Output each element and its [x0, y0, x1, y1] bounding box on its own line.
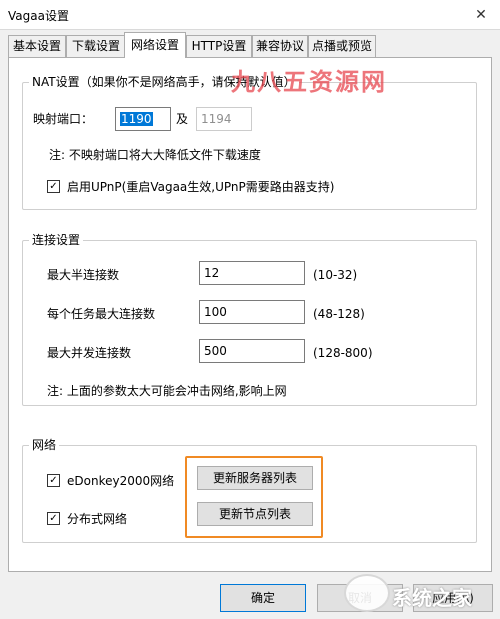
tab-http-settings[interactable]: HTTP设置	[186, 35, 252, 57]
port-input[interactable]: 1190	[115, 107, 171, 131]
network-legend: 网络	[29, 437, 60, 453]
max-concurrent-connections-label: 最大并发连接数	[47, 346, 132, 360]
title-bar: Vagaa设置 ✕	[0, 0, 500, 30]
upnp-checkbox[interactable]: ✓	[47, 180, 60, 193]
watermark-top: 九八五资源网	[231, 68, 387, 96]
connection-note: 注: 上面的参数太大可能会冲击网络,影响上网	[47, 384, 287, 398]
dht-label: 分布式网络	[67, 512, 128, 526]
nat-note: 注: 不映射端口将大大降低文件下载速度	[49, 148, 261, 162]
ok-button[interactable]: 确定	[220, 584, 306, 612]
connection-settings-group: 连接设置 最大半连接数 12 (10-32) 每个任务最大连接数 100 (48…	[22, 232, 477, 406]
edonkey-label: eDonkey2000网络	[67, 474, 175, 488]
tab-basic-settings[interactable]: 基本设置	[8, 35, 66, 57]
max-task-connections-range: (48-128)	[313, 307, 365, 321]
edonkey-checkbox[interactable]: ✓	[47, 474, 60, 487]
max-task-connections-label: 每个任务最大连接数	[47, 307, 156, 321]
port-label: 映射端口：	[33, 112, 94, 126]
port-value: 1190	[120, 112, 153, 126]
max-half-connections-range: (10-32)	[313, 268, 358, 282]
close-icon[interactable]: ✕	[468, 3, 494, 27]
port2-input: 1194	[196, 107, 252, 131]
watermark-logo-icon	[344, 574, 390, 612]
network-group: 网络 ✓ eDonkey2000网络 ✓ 分布式网络 更新服务器列表 更新节点列…	[22, 437, 477, 543]
and-label: 及	[176, 112, 189, 126]
max-half-connections-input[interactable]: 12	[199, 261, 305, 285]
max-half-connections-label: 最大半连接数	[47, 268, 120, 282]
dht-checkbox[interactable]: ✓	[47, 512, 60, 525]
connection-settings-legend: 连接设置	[29, 232, 84, 248]
max-concurrent-connections-range: (128-800)	[313, 346, 373, 360]
tab-download-settings[interactable]: 下载设置	[66, 35, 126, 57]
tab-network-settings[interactable]: 网络设置	[124, 32, 186, 58]
tab-vod-preview[interactable]: 点播或预览	[308, 35, 376, 57]
max-concurrent-connections-input[interactable]: 500	[199, 339, 305, 363]
max-task-connections-input[interactable]: 100	[199, 300, 305, 324]
update-server-list-button[interactable]: 更新服务器列表	[197, 466, 313, 490]
window-title: Vagaa设置	[8, 9, 69, 23]
watermark-bottom: 系统之家	[392, 586, 472, 610]
tab-compat-protocols[interactable]: 兼容协议	[252, 35, 308, 57]
nat-settings-group: NAT设置（如果你不是网络高手，请保持默认值） 映射端口： 1190 及 119…	[22, 74, 477, 210]
network-settings-panel: NAT设置（如果你不是网络高手，请保持默认值） 映射端口： 1190 及 119…	[8, 57, 492, 572]
upnp-label: 启用UPnP(重启Vagaa生效,UPnP需要路由器支持)	[67, 180, 335, 194]
update-node-list-button[interactable]: 更新节点列表	[197, 502, 313, 526]
